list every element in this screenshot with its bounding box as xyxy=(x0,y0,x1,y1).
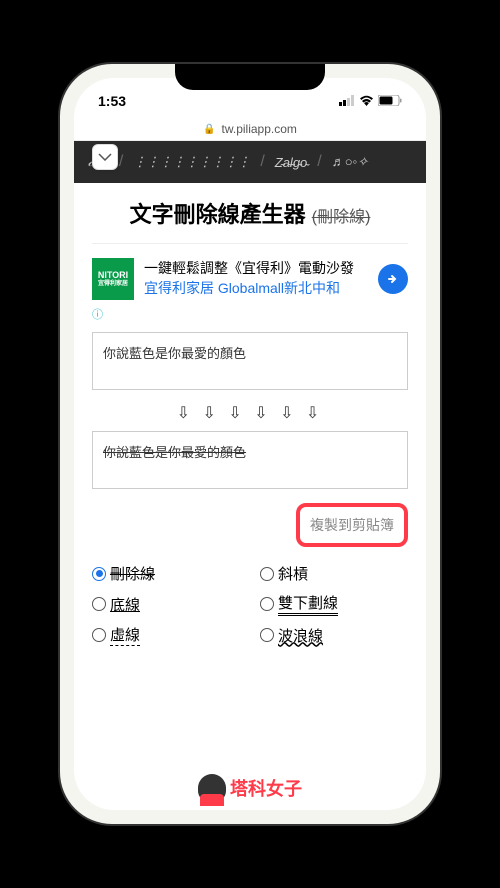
ad-link[interactable]: 宜得利家居 Globalmall新北中和 xyxy=(144,279,368,299)
ad-nav-icon[interactable] xyxy=(372,258,414,300)
radio-icon xyxy=(92,567,106,581)
status-time: 1:53 xyxy=(98,93,126,109)
page-title: 文字刪除線產生器 (刪除線) xyxy=(92,197,408,229)
url-domain: tw.piliapp.com xyxy=(222,122,297,136)
option-double-underline[interactable]: 雙下劃線 xyxy=(260,592,408,616)
arrow-divider: ⇩ ⇩ ⇩ ⇩ ⇩ ⇩ xyxy=(92,403,408,423)
input-textarea[interactable] xyxy=(92,332,408,390)
chevron-down-icon xyxy=(98,153,112,161)
radio-icon xyxy=(260,597,274,611)
avatar-icon xyxy=(198,774,226,802)
footer-brand[interactable]: 塔科女子 xyxy=(198,774,302,802)
wifi-icon xyxy=(359,93,374,109)
copy-button[interactable]: 複製到剪貼簿 xyxy=(296,503,408,547)
radio-icon xyxy=(92,597,106,611)
nav-separator: / xyxy=(317,153,321,171)
phone-frame: 1:53 🔒 tw.piliapp.com 𝒸𝑜𝑜𝓁 xyxy=(60,64,440,824)
style-options: 刪除線 斜槓 底線 雙下劃線 虛線 xyxy=(92,563,408,646)
signal-icon xyxy=(339,93,355,109)
battery-icon xyxy=(378,93,402,109)
ad-text: 一鍵輕鬆調整《宜得利》電動沙發 宜得利家居 Globalmall新北中和 xyxy=(144,259,368,298)
radio-icon xyxy=(260,628,274,642)
style-tabs: 𝒸𝑜𝑜𝓁 / ⋮⋮⋮⋮⋮⋮⋮⋮⋮ / Z̴a̴l̴g̴o̴ / ♬○◦✧ xyxy=(74,141,426,183)
tab-zalgo[interactable]: Z̴a̴l̴g̴o̴ xyxy=(275,155,308,170)
ad-banner[interactable]: NITORI 宜得利家居 一鍵輕鬆調整《宜得利》電動沙發 宜得利家居 Globa… xyxy=(92,243,408,314)
nav-separator: / xyxy=(260,153,264,171)
option-underline[interactable]: 底線 xyxy=(92,592,240,616)
option-wavy[interactable]: 波浪線 xyxy=(260,624,408,646)
collapse-button[interactable] xyxy=(92,144,118,170)
radio-icon xyxy=(92,628,106,642)
phone-screen: 1:53 🔒 tw.piliapp.com 𝒸𝑜𝑜𝓁 xyxy=(74,78,426,810)
option-slash[interactable]: 斜槓 xyxy=(260,563,408,584)
option-dashed[interactable]: 虛線 xyxy=(92,624,240,646)
nav-separator: / xyxy=(119,153,123,171)
output-box[interactable]: 你說藍色是你最愛的顏色 xyxy=(92,431,408,489)
status-indicators xyxy=(339,93,402,109)
ad-logo: NITORI 宜得利家居 xyxy=(92,258,134,300)
lock-icon: 🔒 xyxy=(203,124,215,135)
tab-symbols[interactable]: ♬○◦✧ xyxy=(332,154,368,170)
main-content: 文字刪除線產生器 (刪除線) NITORI 宜得利家居 一鍵輕鬆調整《宜得利》電… xyxy=(74,183,426,810)
ad-headline: 一鍵輕鬆調整《宜得利》電動沙發 xyxy=(144,259,368,279)
radio-icon xyxy=(260,567,274,581)
tab-bars[interactable]: ⋮⋮⋮⋮⋮⋮⋮⋮⋮ xyxy=(133,154,250,170)
page-subtitle: (刪除線) xyxy=(312,209,371,226)
ad-info-icon[interactable]: ⓘ xyxy=(92,306,103,322)
browser-url-bar[interactable]: 🔒 tw.piliapp.com xyxy=(74,118,426,141)
notch xyxy=(175,64,325,90)
option-strikethrough[interactable]: 刪除線 xyxy=(92,563,240,584)
